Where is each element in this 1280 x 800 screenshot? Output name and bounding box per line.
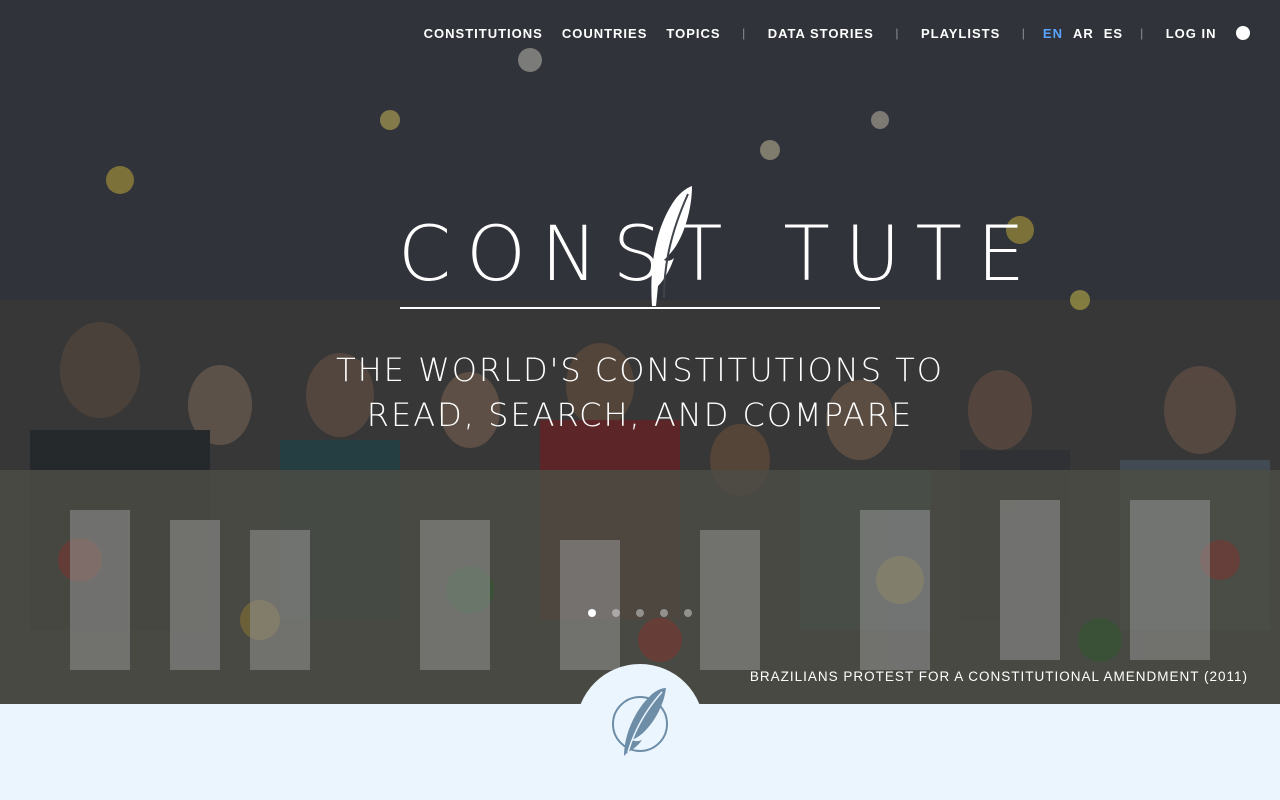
carousel-dot-2[interactable] [612, 609, 620, 617]
carousel-dots [588, 609, 708, 617]
logo-underline [400, 307, 880, 309]
tagline-line-2: READ, SEARCH, AND COMPARE [366, 396, 914, 434]
carousel-dot-5[interactable] [684, 609, 692, 617]
feather-icon [651, 186, 692, 306]
constitute-logo[interactable]: CONST TUTE [398, 186, 1025, 312]
nav-playlists[interactable]: PLAYLISTS [921, 26, 1000, 41]
language-en[interactable]: EN [1043, 26, 1063, 41]
nav-separator: | [742, 26, 747, 40]
login-link[interactable]: LOG IN [1166, 26, 1217, 41]
nav-data-stories[interactable]: DATA STORIES [768, 26, 874, 41]
nav-constitutions[interactable]: CONSTITUTIONS [424, 26, 543, 41]
question-circle-icon[interactable]: ? [1236, 26, 1250, 40]
tagline-line-1: THE WORLD'S CONSTITUTIONS TO [336, 351, 944, 389]
carousel-dot-1[interactable] [588, 609, 596, 617]
photo-caption: BRAZILIANS PROTEST FOR A CONSTITUTIONAL … [749, 669, 1248, 684]
nav-topics[interactable]: TOPICS [666, 26, 720, 41]
hero-banner: CONSTITUTIONS COUNTRIES TOPICS | DATA ST… [0, 0, 1280, 704]
language-es[interactable]: ES [1104, 26, 1123, 41]
feather-badge [576, 664, 704, 792]
nav-countries[interactable]: COUNTRIES [562, 26, 648, 41]
nav-separator: | [1021, 26, 1026, 40]
logo-text-after: TUTE [783, 209, 1040, 298]
nav-separator: | [1140, 26, 1145, 40]
language-ar[interactable]: AR [1073, 26, 1094, 41]
carousel-dot-3[interactable] [636, 609, 644, 617]
feather-circle-icon [612, 688, 668, 756]
carousel-dot-4[interactable] [660, 609, 668, 617]
logo-wordmark: CONST TUTE [398, 214, 1025, 294]
nav-separator: | [895, 26, 900, 40]
hero-tagline: THE WORLD'S CONSTITUTIONS TO READ, SEARC… [240, 348, 1040, 438]
top-navigation: CONSTITUTIONS COUNTRIES TOPICS | DATA ST… [414, 0, 1280, 66]
